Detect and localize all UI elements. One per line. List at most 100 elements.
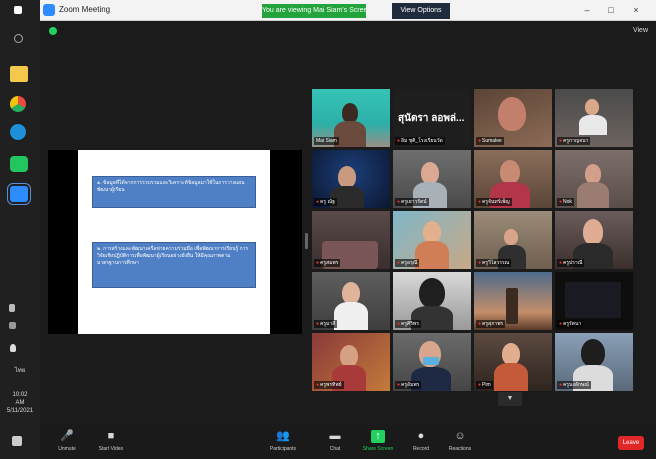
participant-name: ●ครูมาลี xyxy=(314,320,338,328)
participant-tile[interactable]: ●ครู ณัฐ xyxy=(312,150,390,208)
participant-name: ●ครูสุภาพร xyxy=(476,320,506,328)
person-image xyxy=(585,164,601,184)
participant-name: ●ครูพรทิพย์ xyxy=(314,381,344,389)
input-language[interactable]: ไทย xyxy=(4,368,36,375)
mic-muted-icon: ● xyxy=(316,382,320,388)
close-window-button[interactable]: × xyxy=(629,4,643,16)
volume-icon[interactable] xyxy=(9,322,16,329)
security-shield-icon[interactable] xyxy=(49,27,57,35)
participant-tile[interactable]: สุนัตรา ลอพล่... ●อิ่ม ชุติ_โรงเรียนวัด xyxy=(393,89,471,147)
person-image xyxy=(581,339,605,367)
meeting-toolbar: 🎤 Unmute ■ Start Video 👥 Participants ▬ … xyxy=(40,427,656,459)
slide-paragraph-1: ๑. ข้อมูลที่ได้จากการรวบรวมและวิเคราะห์ข… xyxy=(92,176,256,208)
person-image xyxy=(423,357,439,365)
share-screen-icon: ↑ xyxy=(371,430,385,443)
mic-muted-icon: ● xyxy=(316,260,320,266)
windows-start-icon[interactable] xyxy=(14,6,22,14)
mic-muted-icon: ● xyxy=(397,199,401,205)
search-icon[interactable] xyxy=(14,34,23,43)
participant-name: Mai Siam xyxy=(314,137,339,145)
zoom-window: Zoom Meeting You are viewing Mai Siam's … xyxy=(40,0,656,459)
viewing-share-banner: You are viewing Mai Siam's Screen xyxy=(262,4,366,18)
gallery-page-down-icon[interactable]: ▼ xyxy=(498,392,522,406)
participant-tile[interactable]: ●ครูนงลักษณ์ xyxy=(555,333,633,391)
chat-icon: ▬ xyxy=(329,430,341,442)
participant-tile[interactable]: ●Nok xyxy=(555,150,633,208)
mic-muted-icon: ● xyxy=(478,138,482,144)
participant-name: ●ครูปราณี xyxy=(557,259,585,267)
view-toggle[interactable]: View xyxy=(633,27,648,34)
participant-tile[interactable]: ●ครูสุภาพร xyxy=(474,272,552,330)
person-image xyxy=(415,241,449,269)
reactions-label: Reactions xyxy=(448,446,472,452)
participant-name: ●อิ่ม ชุติ_โรงเรียนวัด xyxy=(395,137,445,145)
person-image xyxy=(494,363,528,391)
participant-tile[interactable]: ●Sumalee xyxy=(474,89,552,147)
mute-label: Unmute xyxy=(58,446,76,452)
participant-tile[interactable]: ●ครูมาลี xyxy=(312,272,390,330)
video-label: Start Video xyxy=(98,446,124,452)
participants-icon: 👥 xyxy=(276,430,290,442)
participant-name: ●ครู ณัฐ xyxy=(314,198,337,206)
gallery-view: Mai Siam สุนัตรา ลอพล่... ●อิ่ม ชุติ_โรง… xyxy=(312,89,634,393)
windows-taskbar: ไทย 10:02 AM 5/11/2021 xyxy=(0,0,40,459)
mic-muted-icon: ● xyxy=(478,321,482,327)
chrome-icon[interactable] xyxy=(10,96,26,112)
shared-screen: ๑. ข้อมูลที่ได้จากการรวบรวมและวิเคราะห์ข… xyxy=(48,150,302,334)
person-image xyxy=(423,221,441,243)
mic-muted-icon: ● xyxy=(397,382,401,388)
participant-name: ●ครูอรุณี xyxy=(395,259,420,267)
person-image xyxy=(506,288,518,324)
people-icon[interactable] xyxy=(10,344,16,352)
person-image xyxy=(338,166,356,188)
view-options-button[interactable]: View Options xyxy=(392,3,450,19)
participant-tile[interactable]: Mai Siam xyxy=(312,89,390,147)
taskbar-time[interactable]: 10:02 xyxy=(4,392,36,399)
network-icon[interactable] xyxy=(9,304,15,312)
participant-tile[interactable]: ●ครูพรทิพย์ xyxy=(312,333,390,391)
maximize-button[interactable]: □ xyxy=(604,4,618,16)
participant-tile[interactable]: ●ครูอัมพร xyxy=(393,333,471,391)
participant-tile[interactable]: ●ครูรัตนา xyxy=(555,272,633,330)
person-image xyxy=(579,115,607,135)
participant-name: ●ครูกาญจนา xyxy=(557,137,591,145)
screen: ไทย 10:02 AM 5/11/2021 Zoom Meeting You … xyxy=(0,0,656,459)
participant-tile[interactable]: ●ครูจันทร์เพ็ญ xyxy=(474,150,552,208)
participant-tile[interactable]: ●ครูศิริพร xyxy=(393,272,471,330)
taskbar-ampm: AM xyxy=(15,400,25,406)
participant-tile[interactable]: ●ครูเยาวรัตน์ xyxy=(393,150,471,208)
split-view-handle[interactable] xyxy=(305,233,308,249)
line-app-icon[interactable] xyxy=(10,156,28,172)
mic-muted-icon: ● xyxy=(316,199,320,205)
mute-button[interactable]: 🎤 Unmute xyxy=(42,429,92,457)
participant-tile[interactable]: ●ครูวิไลวรรณ xyxy=(474,211,552,269)
participant-name: ●ครูอัมพร xyxy=(395,381,422,389)
person-image xyxy=(419,278,445,308)
start-video-button[interactable]: ■ Start Video xyxy=(86,429,136,457)
participant-tile[interactable]: ●ครูอรุณี xyxy=(393,211,471,269)
person-image xyxy=(502,343,520,365)
person-image xyxy=(585,99,599,115)
window-title: Zoom Meeting xyxy=(59,5,111,14)
participant-tile[interactable]: ●Pim xyxy=(474,333,552,391)
slide-paragraph-2: ๒. การสร้างและพัฒนาเครือข่ายความร่วมมือ … xyxy=(92,242,256,288)
edge-icon[interactable] xyxy=(10,124,26,140)
minimize-button[interactable]: – xyxy=(580,4,594,16)
participant-tile[interactable]: ●ครูปราณี xyxy=(555,211,633,269)
participants-button[interactable]: 👥 Participants xyxy=(258,429,308,457)
participant-name: ●ครูจันทร์เพ็ญ xyxy=(476,198,512,206)
reactions-icon: ☺ xyxy=(454,430,466,442)
participant-tile[interactable]: ●ครูกาญจนา xyxy=(555,89,633,147)
person-image xyxy=(498,97,526,131)
notification-icon[interactable] xyxy=(12,436,22,446)
reactions-button[interactable]: ☺ Reactions xyxy=(435,429,485,457)
mic-muted-icon: ● xyxy=(397,260,401,266)
person-image xyxy=(504,229,518,245)
person-image xyxy=(583,219,603,245)
zoom-app-icon[interactable] xyxy=(7,183,31,205)
file-explorer-icon[interactable] xyxy=(10,66,28,82)
video-camera-off-icon: ■ xyxy=(107,430,115,442)
leave-button[interactable]: Leave xyxy=(618,436,644,450)
presentation-slide: ๑. ข้อมูลที่ได้จากการรวบรวมและวิเคราะห์ข… xyxy=(78,150,270,334)
participant-tile[interactable]: ●ครูสมพร xyxy=(312,211,390,269)
